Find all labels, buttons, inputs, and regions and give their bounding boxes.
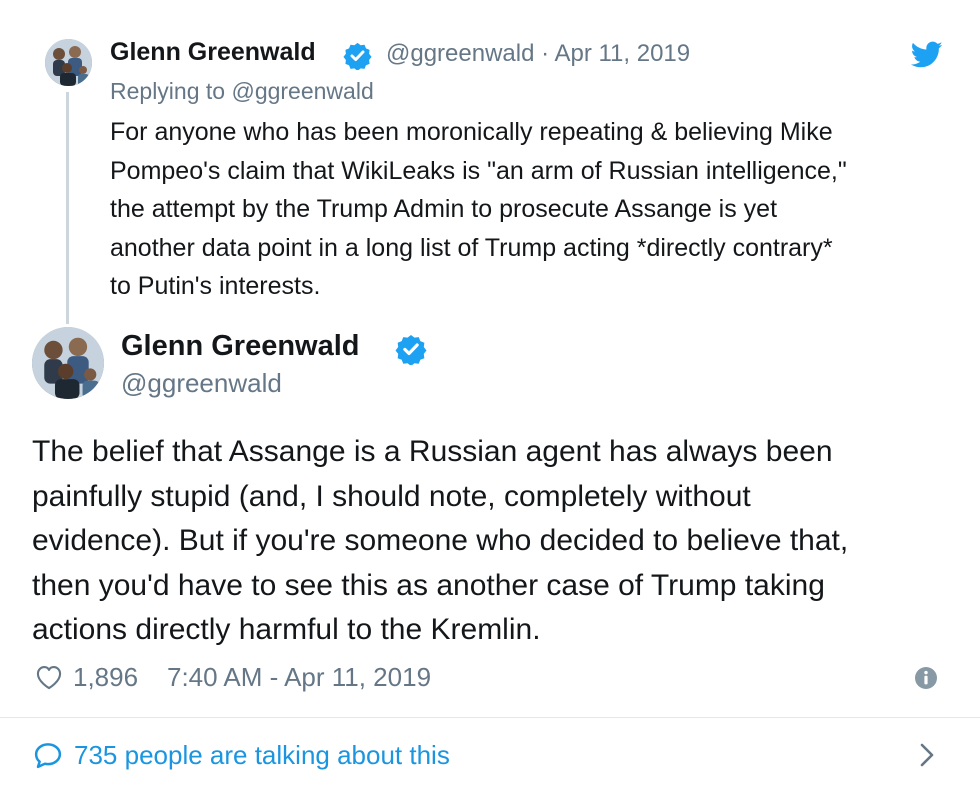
reply-author-avatar[interactable] [45, 39, 92, 86]
verified-badge-icon [343, 41, 372, 70]
main-author-name[interactable]: Glenn Greenwald [121, 330, 360, 363]
reply-text-line: Pompeo's claim that WikiLeaks is "an arm… [110, 156, 847, 185]
main-text-line: then you'd have to see this as another c… [32, 568, 825, 602]
main-text-line: The belief that Assange is a Russian age… [32, 435, 833, 468]
main-author-avatar[interactable] [32, 327, 104, 399]
twitter-bird-icon[interactable] [910, 41, 943, 69]
reply-handle-and-date[interactable]: @ggreenwald · Apr 11, 2019 [386, 40, 690, 68]
tweet-timestamp[interactable]: 7:40 AM - Apr 11, 2019 [167, 662, 431, 693]
replying-to-line: Replying to @ggreenwald [110, 78, 374, 105]
reply-text-line: another data point in a long list of Tru… [110, 233, 833, 262]
info-icon[interactable] [914, 666, 938, 690]
footer-divider [0, 717, 980, 718]
reply-text-line: the attempt by the Trump Admin to prosec… [110, 195, 778, 223]
speech-bubble-icon[interactable] [33, 741, 63, 769]
reply-tweet-text: For anyone who has been moronically repe… [110, 113, 950, 306]
thread-connector-line [66, 92, 69, 324]
reply-author-name[interactable]: Glenn Greenwald [110, 38, 316, 67]
like-heart-icon[interactable] [35, 664, 63, 690]
chevron-right-icon[interactable] [917, 741, 937, 769]
reply-text-line: to Putin's interests. [110, 272, 321, 300]
conversation-link[interactable]: 735 people are talking about this [74, 740, 450, 771]
like-count[interactable]: 1,896 [73, 662, 138, 693]
replying-to-handle-link[interactable]: @ggreenwald [231, 78, 373, 104]
main-text-line: actions directly harmful to the Kremlin. [32, 613, 541, 646]
main-text-line: evidence). But if you're someone who dec… [32, 524, 849, 557]
main-text-line: painfully stupid (and, I should note, co… [32, 479, 751, 513]
verified-badge-icon [395, 333, 427, 365]
replying-to-prefix: Replying to [110, 78, 226, 104]
main-author-handle[interactable]: @ggreenwald [121, 368, 282, 399]
reply-text-line: For anyone who has been moronically repe… [110, 118, 833, 146]
main-tweet-text: The belief that Assange is a Russian age… [32, 430, 952, 653]
